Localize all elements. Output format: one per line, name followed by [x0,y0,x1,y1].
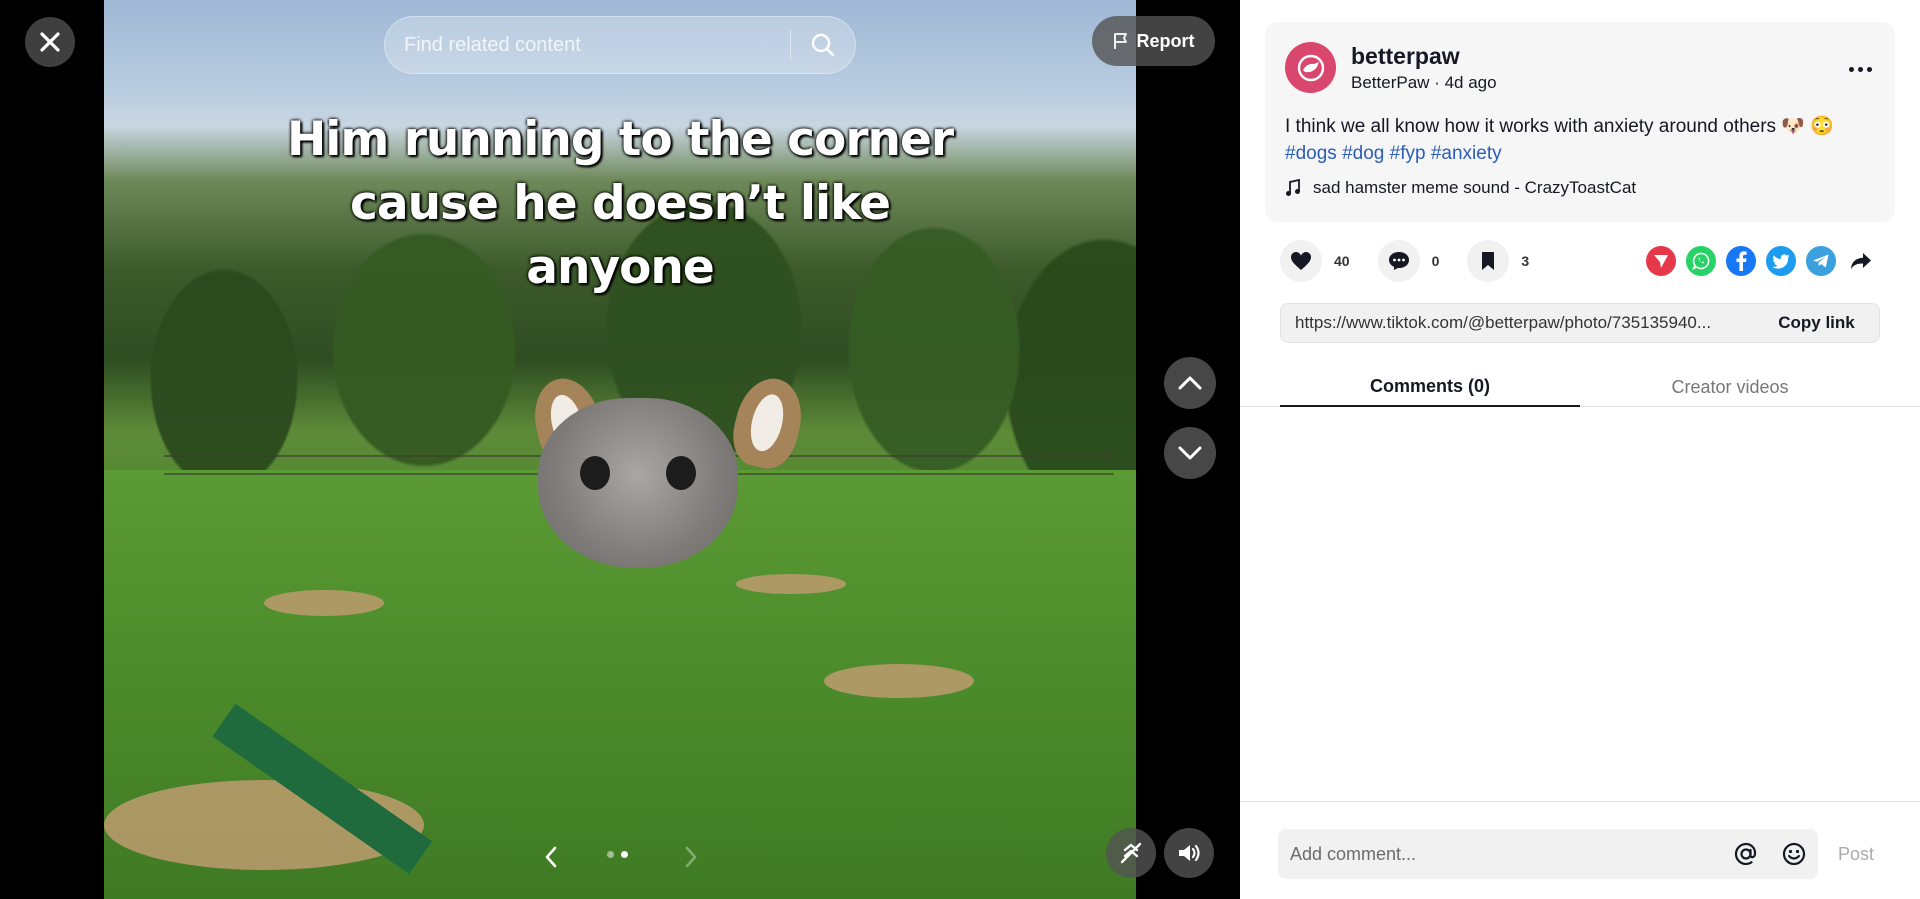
report-button[interactable]: Report [1092,16,1215,66]
comment-icon [1388,252,1409,270]
comment-input[interactable] [1278,843,1722,865]
hamster-eye [666,456,696,490]
volume-button[interactable] [1164,828,1214,878]
share-buttons [1646,246,1876,276]
save-count: 3 [1521,253,1530,269]
post-photo: Him running to the corner cause he doesn… [104,0,1136,899]
twitter-bird-icon [1772,253,1790,269]
caption-line: anyone [526,240,714,295]
twitter-share-button[interactable] [1766,246,1796,276]
at-sign-icon [1734,842,1757,866]
post-url[interactable]: https://www.tiktok.com/@betterpaw/photo/… [1281,313,1754,333]
panel-tabs: Comments (0) Creator videos [1240,367,1920,407]
comment-button[interactable] [1377,240,1420,282]
save-stat: 3 [1467,240,1529,282]
post-info-card: betterpaw BetterPaw · 4d ago I think we … [1265,22,1895,222]
betterpaw-logo-icon [1297,54,1324,81]
facebook-share-button[interactable] [1726,246,1756,276]
more-options-button[interactable] [1846,59,1874,79]
heart-icon [1291,252,1311,270]
description-text: I think we all know how it works with an… [1285,116,1834,137]
post-time: 4d ago [1444,73,1497,92]
caption-line: Him running to the corner [286,112,954,167]
comment-input-box [1278,829,1818,879]
meta-separator: · [1434,73,1445,92]
emoji-button[interactable] [1770,830,1818,878]
chevron-right-icon [685,846,697,868]
autoscroll-off-icon [1120,842,1142,864]
share-arrow-icon [1851,253,1871,269]
username[interactable]: betterpaw [1351,43,1460,70]
post-link-box: https://www.tiktok.com/@betterpaw/photo/… [1280,303,1880,343]
search-input[interactable] [385,33,790,57]
comment-stat: 0 [1377,240,1440,282]
previous-post-button[interactable] [1164,357,1216,409]
whatsapp-share-button[interactable] [1686,246,1716,276]
music-link[interactable]: sad hamster meme sound - CrazyToastCat [1285,178,1636,198]
hashtag-link[interactable]: #dogs [1285,143,1337,164]
like-button[interactable] [1280,240,1322,282]
search-bar [384,16,856,74]
more-dot-icon [1848,66,1854,72]
photo-pad [264,590,384,616]
photo-pad [824,664,974,698]
flag-icon [1113,33,1127,49]
favorite-button[interactable] [1467,240,1510,282]
post-details-panel: betterpaw BetterPaw · 4d ago I think we … [1240,0,1920,899]
chevron-up-icon [1178,376,1202,390]
more-dot-icon [1857,66,1863,72]
hamster-meme [538,398,738,568]
music-note-icon [1286,179,1300,196]
autoscroll-toggle-button[interactable] [1106,828,1156,878]
photo-pad [736,574,846,594]
engagement-stats: 40 0 3 [1280,240,1557,282]
comment-composer: Post [1240,801,1920,899]
media-viewer: Him running to the corner cause he doesn… [0,0,1240,899]
close-icon [40,32,60,52]
avatar[interactable] [1285,42,1336,93]
caption-line: cause he doesn’t like [350,176,891,231]
whatsapp-icon [1692,252,1710,270]
next-post-button[interactable] [1164,427,1216,479]
chevron-left-icon [545,846,557,868]
slide-dot[interactable] [607,851,614,858]
like-count: 40 [1334,253,1350,269]
photo-caption: Him running to the corner cause he doesn… [104,108,1136,300]
hashtag-link[interactable]: #anxiety [1431,143,1502,164]
author-meta: BetterPaw · 4d ago [1351,73,1497,93]
telegram-share-button[interactable] [1806,246,1836,276]
report-label: Report [1136,30,1195,51]
chevron-down-icon [1178,446,1202,460]
more-dot-icon [1866,66,1872,72]
previous-slide-button[interactable] [540,842,562,872]
display-name: BetterPaw [1351,73,1430,92]
tiktok-photo-viewer: Him running to the corner cause he doesn… [0,0,1920,899]
telegram-icon [1813,254,1829,268]
emoji-icon [1782,842,1806,866]
like-stat: 40 [1280,240,1350,282]
music-title: sad hamster meme sound - CrazyToastCat [1313,178,1637,197]
hashtag-link[interactable]: #dog [1342,143,1384,164]
volume-icon [1179,844,1200,862]
hamster-eye [580,456,610,490]
next-slide-button[interactable] [680,842,702,872]
mention-button[interactable] [1722,830,1770,878]
more-share-button[interactable] [1846,246,1876,276]
repost-share-button[interactable] [1646,246,1676,276]
facebook-icon [1736,251,1747,271]
copy-link-button[interactable]: Copy link [1754,304,1879,342]
send-icon [1654,255,1668,268]
search-icon [811,33,835,57]
search-button[interactable] [791,17,855,73]
tab-creator-videos[interactable]: Creator videos [1580,367,1880,407]
slide-indicator [607,851,628,858]
bookmark-icon [1482,252,1495,270]
close-button[interactable] [25,17,75,67]
post-description: I think we all know how it works with an… [1285,113,1875,167]
tab-comments[interactable]: Comments (0) [1280,367,1580,407]
comment-count: 0 [1431,253,1440,269]
slide-dot-active[interactable] [621,851,628,858]
post-comment-button[interactable]: Post [1838,844,1874,865]
hashtag-link[interactable]: #fyp [1390,143,1426,164]
